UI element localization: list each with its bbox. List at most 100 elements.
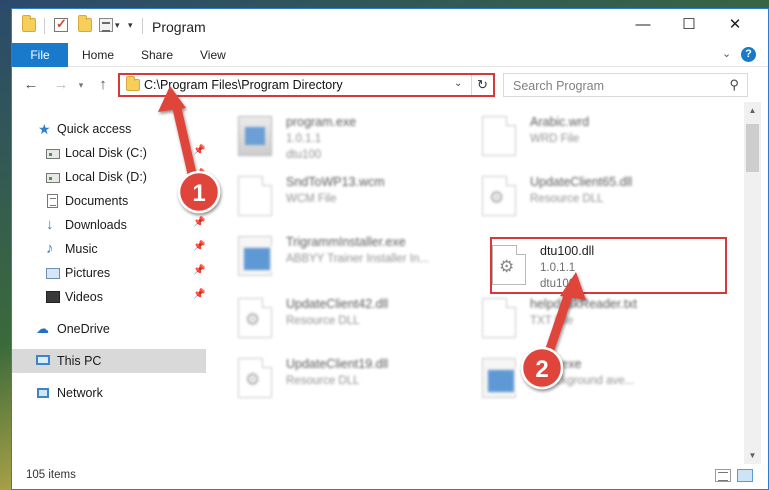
properties-check-icon[interactable] [54, 16, 68, 32]
file-tile-dtu100-dll[interactable]: ⚙ dtu100.dll 1.0.1.1 dtu100 [462, 237, 704, 293]
vertical-scrollbar[interactable]: ▲ ▼ [744, 102, 761, 464]
refresh-icon[interactable]: ↻ [471, 75, 493, 95]
file-type: TXT File [530, 315, 574, 327]
file-list: program.exe 1.0.1.1 dtu100 Arabic.wrd WR… [208, 102, 744, 464]
file-tile[interactable]: ⚙ UpdateClient19.dll Resource DLL [208, 350, 450, 406]
sidebar-item-music[interactable]: ♪ Music 📌 [12, 237, 206, 261]
pin-icon[interactable]: 📌 [193, 217, 205, 228]
sidebar-item-label: Quick access [57, 122, 132, 136]
scroll-up-icon[interactable]: ▲ [744, 102, 761, 119]
address-row: ← → ▾ ↑ C:\Program Files\Program Directo… [12, 68, 768, 102]
file-type: Resource DLL [286, 375, 360, 387]
search-icon[interactable]: ⚲ [729, 77, 739, 93]
sidebar-item-label: Downloads [65, 218, 127, 232]
drive-icon [46, 173, 60, 183]
file-name: Exec.exe [530, 357, 582, 371]
chevron-down-icon[interactable]: ▾ [115, 20, 120, 31]
help-icon[interactable]: ? [741, 47, 756, 62]
pictures-icon [46, 268, 60, 279]
pin-icon[interactable]: 📌 [193, 265, 205, 276]
tab-view[interactable]: View [200, 43, 226, 67]
file-tile[interactable]: ⚙ UpdateClient65.dll Resource DLL [452, 168, 694, 224]
search-input[interactable]: Search Program [513, 79, 604, 93]
pin-icon[interactable]: 📌 [193, 193, 205, 204]
sidebar-item-label: OneDrive [57, 322, 110, 336]
sidebar-item-documents[interactable]: Documents 📌 [12, 189, 206, 213]
file-name: dtu100.dll [540, 244, 595, 258]
search-box[interactable]: Search Program ⚲ [503, 73, 748, 97]
sidebar-item-label: This PC [57, 354, 102, 368]
sidebar-item-label: Documents [65, 194, 129, 208]
quick-access-dropdown-icon[interactable]: ▾ [128, 20, 133, 31]
recent-locations-chevron-icon[interactable]: ▾ [70, 80, 92, 91]
address-path[interactable]: C:\Program Files\Program Directory [144, 78, 343, 92]
pin-icon[interactable]: 📌 [193, 169, 205, 180]
back-arrow-icon[interactable]: ← [20, 76, 42, 93]
tab-file[interactable]: File [12, 43, 68, 67]
up-arrow-icon[interactable]: ↑ [92, 76, 114, 93]
sidebar-item-videos[interactable]: Videos 📌 [12, 285, 206, 309]
file-tile[interactable]: program.exe 1.0.1.1 dtu100 [208, 108, 450, 164]
network-icon [37, 388, 49, 398]
file-name: helpdeskReader.txt [530, 297, 638, 311]
download-icon: ↓ [46, 216, 54, 233]
sidebar-item-quick-access[interactable]: ★ Quick access [12, 117, 206, 141]
tab-share[interactable]: Share [141, 43, 173, 67]
expand-ribbon-icon[interactable]: ⌄ [722, 47, 731, 60]
address-bar[interactable]: C:\Program Files\Program Directory ⌄ ↻ [118, 73, 495, 97]
app-icon [238, 116, 272, 156]
folder-icon [22, 15, 36, 32]
file-tile[interactable]: helpdeskReader.txt TXT File [452, 290, 694, 346]
star-icon: ★ [38, 121, 51, 137]
file-name: UpdateClient19.dll [286, 357, 389, 371]
maximize-button[interactable]: ☐ [666, 9, 712, 41]
document-icon [238, 176, 272, 216]
address-history-chevron-icon[interactable]: ⌄ [454, 78, 462, 89]
dll-icon: ⚙ [492, 245, 526, 285]
sidebar-item-local-disk-c[interactable]: Local Disk (C:) 📌 [12, 141, 206, 165]
file-description: dtu100 [286, 149, 322, 161]
drive-icon [46, 149, 60, 159]
sidebar-item-pictures[interactable]: Pictures 📌 [12, 261, 206, 285]
file-name: UpdateClient42.dll [286, 297, 389, 311]
file-type: WRD File [530, 133, 580, 145]
window-title: Program [152, 19, 206, 35]
pin-icon[interactable]: 📌 [193, 145, 205, 156]
file-tile[interactable]: Exec.exe ... background ave... [452, 350, 694, 406]
document-icon [482, 116, 516, 156]
sidebar-item-local-disk-d[interactable]: Local Disk (D:) 📌 [12, 165, 206, 189]
file-type: Resource DLL [530, 193, 604, 205]
sidebar-item-label: Music [65, 242, 98, 256]
file-tile[interactable]: ⚙ UpdateClient42.dll Resource DLL [208, 290, 450, 346]
close-button[interactable]: ✕ [712, 9, 758, 41]
installer-icon [482, 358, 516, 398]
file-tile[interactable]: Arabic.wrd WRD File [452, 108, 694, 164]
sidebar-item-downloads[interactable]: ↓ Downloads 📌 [12, 213, 206, 237]
scroll-down-icon[interactable]: ▼ [744, 447, 761, 464]
details-view-icon[interactable] [715, 469, 731, 482]
scroll-thumb[interactable] [746, 124, 759, 172]
pin-icon[interactable]: 📌 [193, 241, 205, 252]
pin-icon[interactable]: 📌 [193, 289, 205, 300]
sidebar-item-this-pc[interactable]: This PC [12, 349, 206, 373]
file-tile[interactable]: TrigrammInstaller.exe ABBYY Trainer Inst… [208, 228, 450, 284]
file-type: ABBYY Trainer Installer In... [286, 253, 429, 265]
minimize-button[interactable]: — [620, 9, 666, 41]
title-bar: ▾ ▾ Program — ☐ ✕ [12, 9, 768, 43]
sidebar-item-label: Videos [65, 290, 103, 304]
sidebar-item-onedrive[interactable]: ☁ OneDrive [12, 317, 206, 341]
tab-home[interactable]: Home [82, 43, 114, 67]
dll-icon: ⚙ [482, 176, 516, 216]
forward-arrow-icon[interactable]: → [50, 76, 72, 93]
dll-icon: ⚙ [238, 298, 272, 338]
large-icons-view-icon[interactable] [737, 469, 753, 482]
computer-icon [36, 355, 50, 365]
file-tile[interactable]: SndToWP13.wcm WCM File [208, 168, 450, 224]
file-type: Resource DLL [286, 315, 360, 327]
customize-toolbar-icon[interactable] [99, 18, 113, 32]
item-count: 105 items [26, 469, 76, 481]
new-folder-icon[interactable] [78, 15, 92, 32]
file-type: ... background ave... [530, 375, 635, 387]
file-version: 1.0.1.1 [540, 262, 576, 274]
sidebar-item-network[interactable]: Network [12, 381, 206, 405]
